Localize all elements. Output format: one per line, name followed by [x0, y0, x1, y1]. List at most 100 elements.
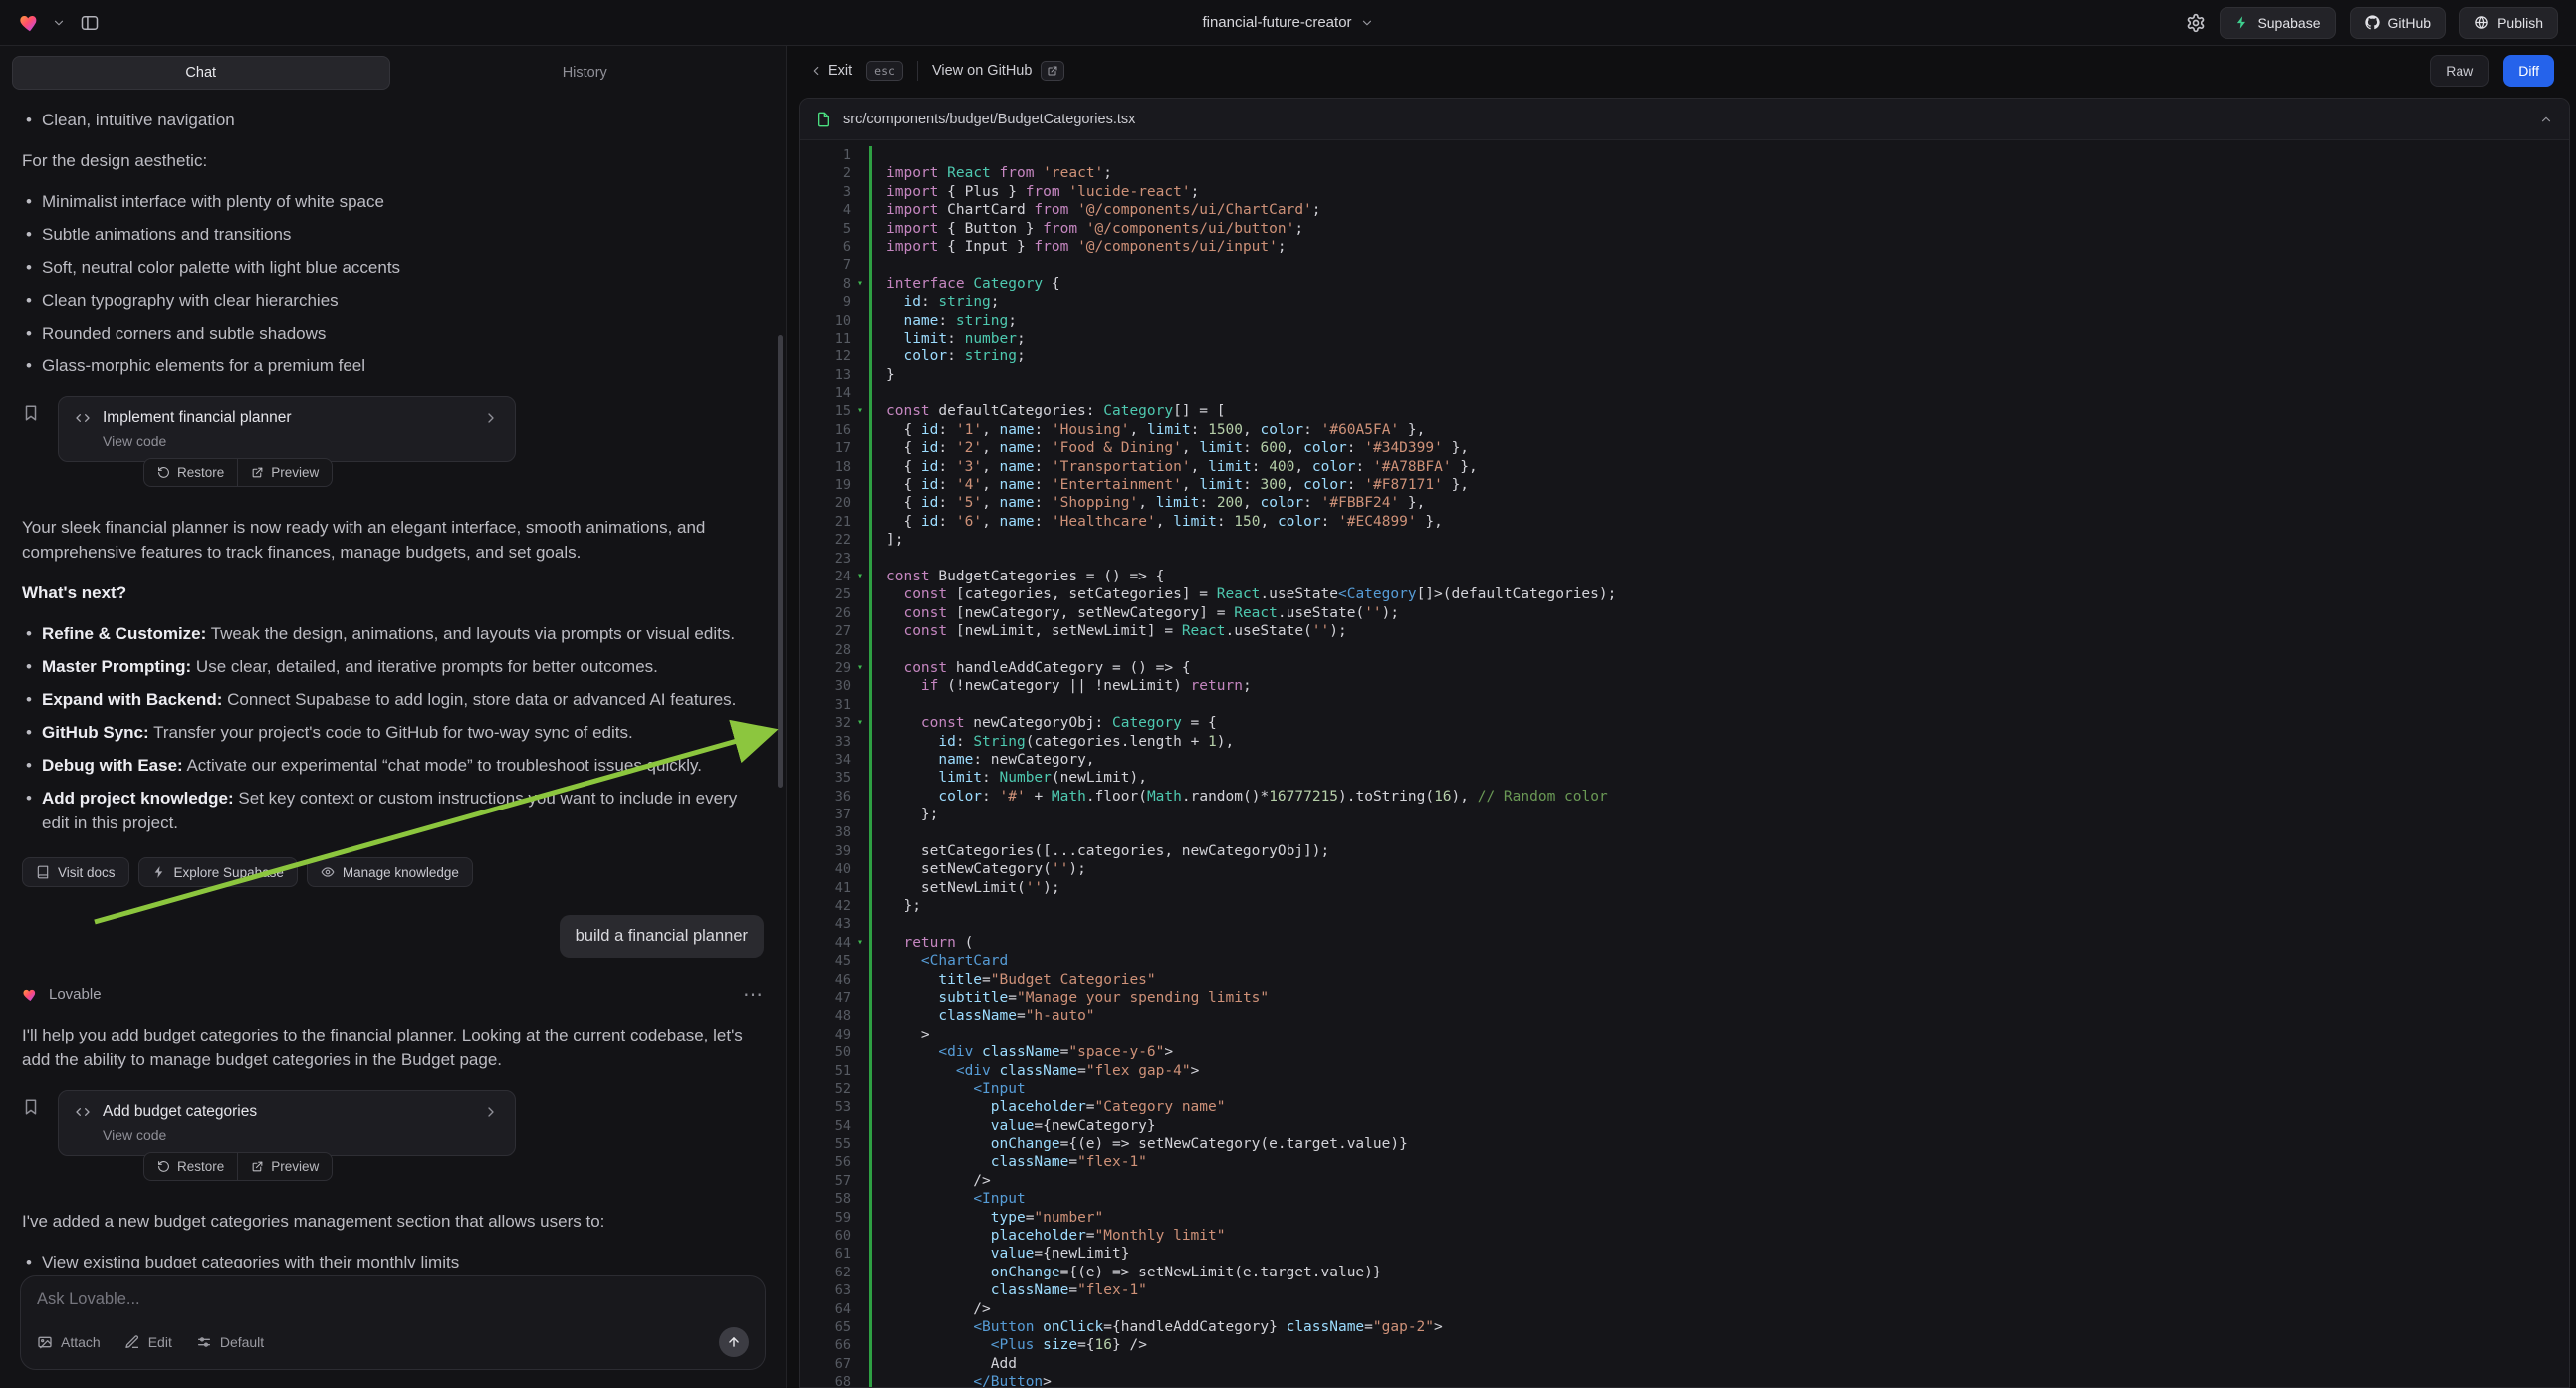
view-on-github-link[interactable]: View on GitHub [932, 61, 1064, 81]
fold-marker-icon[interactable]: ▾ [851, 275, 869, 293]
code-text: }; [869, 897, 2569, 915]
top-bar: financial-future-creator Supabase GitHub… [0, 0, 2576, 46]
code-text: className="flex-1" [869, 1153, 2569, 1171]
edit-button[interactable]: Edit [124, 1334, 172, 1350]
code-text: <Plus size={16} /> [869, 1336, 2569, 1354]
preview-button[interactable]: Preview [237, 459, 332, 486]
code-text: setNewLimit(''); [869, 879, 2569, 897]
mode-select[interactable]: Default [196, 1334, 264, 1350]
tool-card-header: Implement financial planner [75, 409, 499, 427]
publish-label: Publish [2497, 15, 2543, 31]
project-selector[interactable]: financial-future-creator [1202, 14, 1373, 31]
bookmark-icon[interactable] [22, 1098, 40, 1116]
gear-icon[interactable] [2186, 13, 2206, 33]
supabase-button[interactable]: Supabase [2220, 7, 2335, 39]
gutter-spacer [851, 696, 869, 714]
gutter-spacer [851, 146, 869, 164]
explore-supabase-button[interactable]: Explore Supabase [138, 857, 298, 887]
gutter-spacer [851, 256, 869, 274]
code-text: className="h-auto" [869, 1007, 2569, 1025]
attach-button[interactable]: Attach [37, 1334, 101, 1350]
gutter-spacer [851, 164, 869, 182]
chevron-left-icon [809, 64, 822, 78]
heart-icon [22, 987, 39, 1003]
gutter-spacer [851, 183, 869, 201]
tool-card-title: Implement financial planner [103, 409, 471, 427]
preview-button[interactable]: Preview [237, 1153, 332, 1180]
line-number: 17 [800, 439, 851, 457]
restore-button[interactable]: Restore [144, 459, 237, 486]
file-header[interactable]: src/components/budget/BudgetCategories.t… [800, 99, 2569, 140]
lovable-logo-icon[interactable] [18, 12, 42, 34]
line-number: 34 [800, 751, 851, 769]
line-number: 18 [800, 458, 851, 476]
divider [917, 61, 918, 81]
fold-marker-icon[interactable]: ▾ [851, 402, 869, 420]
bullet-strong: Add project knowledge: [42, 789, 234, 808]
line-number: 28 [800, 641, 851, 659]
code-line: 39 setCategories([...categories, newCate… [800, 842, 2569, 860]
tool-card[interactable]: Add budget categoriesView code [58, 1090, 516, 1156]
publish-button[interactable]: Publish [2459, 7, 2558, 39]
line-number: 12 [800, 347, 851, 365]
code-text: import ChartCard from '@/components/ui/C… [869, 201, 2569, 219]
code-text: import { Plus } from 'lucide-react'; [869, 183, 2569, 201]
code-line: 62 onChange={(e) => setNewLimit(e.target… [800, 1264, 2569, 1281]
chat-input[interactable] [37, 1290, 749, 1309]
tab-chat[interactable]: Chat [12, 56, 390, 90]
chevron-up-icon[interactable] [2539, 113, 2553, 126]
code-text [869, 696, 2569, 714]
message-menu-button[interactable]: ⋯ [743, 982, 764, 1007]
code-text: limit: Number(newLimit), [869, 769, 2569, 787]
code-line: 41 setNewLimit(''); [800, 879, 2569, 897]
tool-card-row: Add budget categoriesView codeRestorePre… [22, 1090, 764, 1181]
view-code-link[interactable]: View code [103, 433, 499, 449]
composer-toolbar: Attach Edit Default [37, 1327, 749, 1357]
fold-marker-icon[interactable]: ▾ [851, 714, 869, 732]
chat-scrollbar[interactable] [778, 335, 783, 788]
gutter-spacer [851, 1153, 869, 1171]
tool-card[interactable]: Implement financial planner View code [58, 396, 516, 462]
restore-button[interactable]: Restore [144, 1153, 237, 1180]
code-line: 18 { id: '3', name: 'Transportation', li… [800, 458, 2569, 476]
bullet-item: Soft, neutral color palette with light b… [22, 255, 764, 280]
app-window: financial-future-creator Supabase GitHub… [0, 0, 2576, 1388]
gutter-spacer [851, 476, 869, 494]
code-text: type="number" [869, 1209, 2569, 1227]
gutter-spacer [851, 769, 869, 787]
code-file-card: src/components/budget/BudgetCategories.t… [799, 98, 2570, 1388]
line-number: 22 [800, 531, 851, 549]
gutter-spacer [851, 1355, 869, 1373]
gutter-spacer [851, 860, 869, 878]
code-editor[interactable]: 12import React from 'react';3import { Pl… [800, 140, 2569, 1387]
code-text: <ChartCard [869, 952, 2569, 970]
code-line: 6import { Input } from '@/components/ui/… [800, 238, 2569, 256]
gutter-spacer [851, 1373, 869, 1387]
code-line: 58 <Input [800, 1190, 2569, 1208]
edit-label: Edit [148, 1334, 172, 1350]
github-button[interactable]: GitHub [2350, 7, 2447, 39]
code-text: placeholder="Category name" [869, 1098, 2569, 1116]
fold-marker-icon[interactable]: ▾ [851, 659, 869, 677]
bookmark-icon[interactable] [22, 404, 40, 422]
code-text: <Input [869, 1190, 2569, 1208]
diff-toggle-button[interactable]: Diff [2503, 55, 2554, 87]
gutter-spacer [851, 201, 869, 219]
code-line: 44▾ return ( [800, 934, 2569, 952]
line-number: 62 [800, 1264, 851, 1281]
view-code-link[interactable]: View code [103, 1127, 499, 1143]
raw-toggle-button[interactable]: Raw [2430, 55, 2489, 87]
send-button[interactable] [719, 1327, 749, 1357]
fold-marker-icon[interactable]: ▾ [851, 934, 869, 952]
manage-knowledge-button[interactable]: Manage knowledge [307, 857, 473, 887]
tab-history[interactable]: History [396, 56, 775, 90]
line-number: 42 [800, 897, 851, 915]
line-number: 30 [800, 677, 851, 695]
sidebar-toggle-icon[interactable] [80, 13, 100, 33]
fold-marker-icon[interactable]: ▾ [851, 568, 869, 585]
code-line: 49 > [800, 1026, 2569, 1043]
globe-icon [2474, 15, 2489, 30]
visit-docs-button[interactable]: Visit docs [22, 857, 129, 887]
exit-button[interactable]: Exit [809, 63, 852, 79]
chevron-down-icon[interactable] [52, 16, 66, 30]
